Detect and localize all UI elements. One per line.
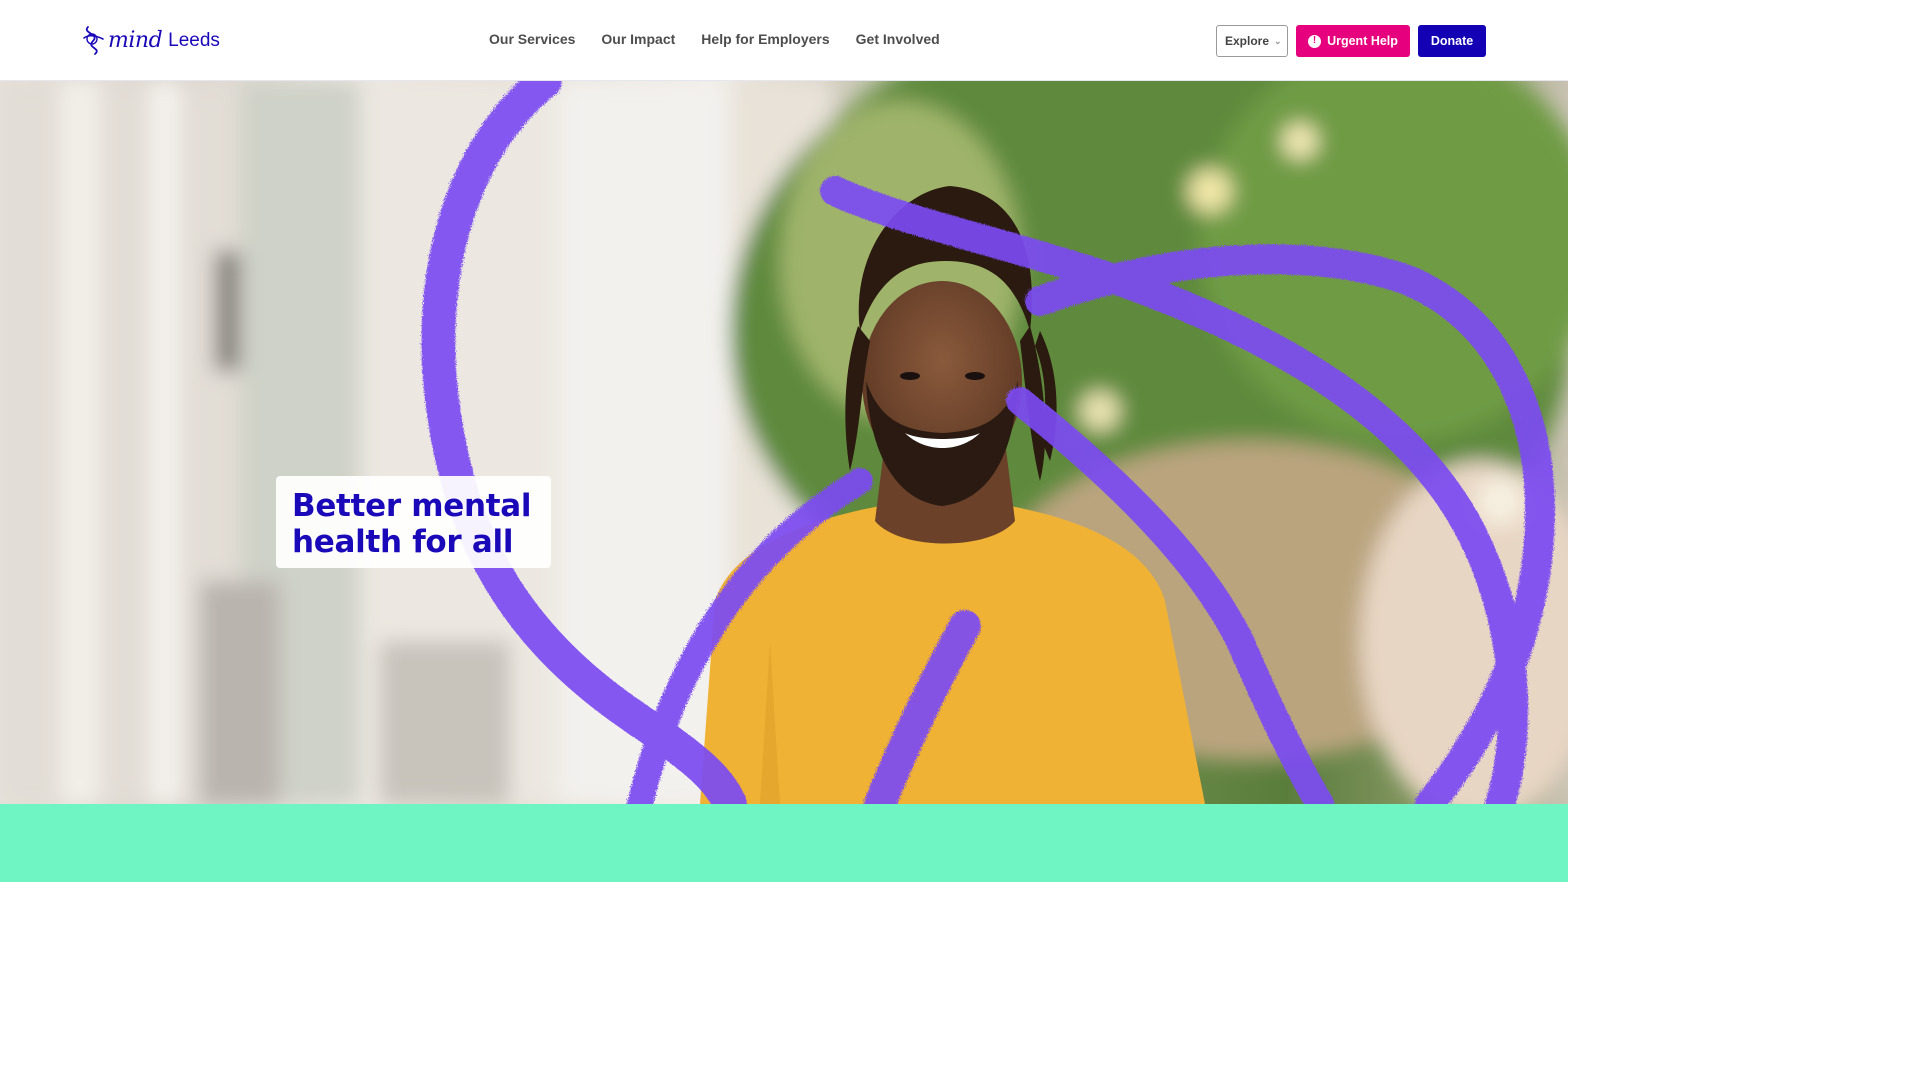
mind-leeds-logo[interactable]: mind Leeds	[80, 22, 220, 58]
donate-button[interactable]: Donate	[1418, 25, 1486, 57]
explore-dropdown[interactable]: Explore ⌄	[1216, 25, 1288, 57]
hero-banner: Better mental health for all	[0, 81, 1568, 804]
mind-logo-icon	[83, 26, 104, 55]
hero-photo	[0, 81, 1568, 804]
explore-label: Explore	[1225, 34, 1270, 48]
nav-our-impact[interactable]: Our Impact	[601, 31, 675, 47]
hero-headline-line-1: Better mental	[292, 488, 532, 524]
main-nav: Our Services Our Impact Help for Employe…	[489, 31, 966, 47]
urgent-help-button[interactable]: ! Urgent Help	[1296, 25, 1410, 57]
alert-icon: !	[1308, 34, 1322, 48]
hero-headline-card: Better mental health for all	[276, 476, 551, 568]
urgent-help-label: Urgent Help	[1327, 34, 1398, 48]
logo-location-text: Leeds	[168, 30, 220, 51]
chevron-down-icon: ⌄	[1274, 35, 1282, 46]
nav-our-services[interactable]: Our Services	[489, 31, 575, 47]
mint-section-band	[0, 804, 1568, 882]
hero-headline: Better mental health for all	[292, 488, 535, 560]
logo-brand-text: mind	[108, 27, 163, 53]
nav-get-involved[interactable]: Get Involved	[856, 31, 940, 47]
site-header: mind Leeds Our Services Our Impact Help …	[0, 0, 1568, 81]
hero-headline-line-2: health for all	[292, 524, 514, 560]
nav-help-for-employers[interactable]: Help for Employers	[701, 31, 829, 47]
